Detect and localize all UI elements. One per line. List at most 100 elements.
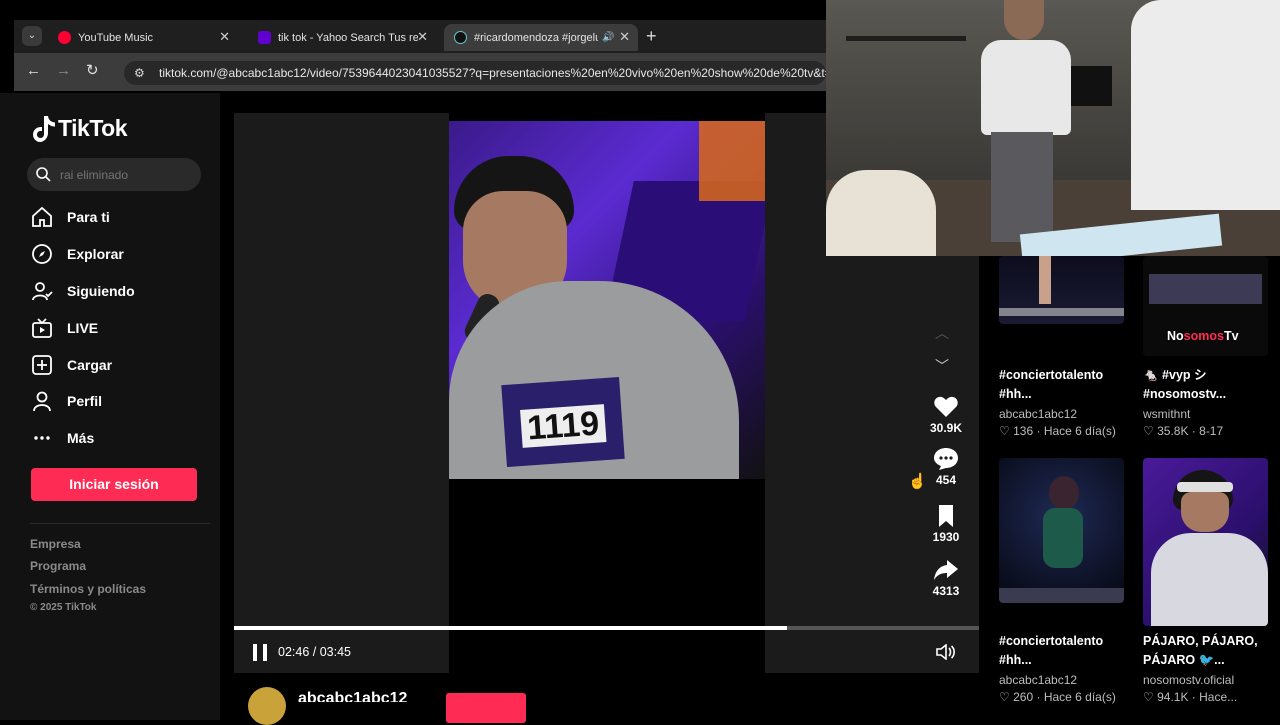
overlay-text-b: somos — [1183, 329, 1224, 343]
author-name[interactable]: abcabc1abc12 — [298, 690, 407, 702]
person-left-head — [1004, 0, 1044, 40]
share-count: 4313 — [932, 584, 960, 598]
footer-link-programa[interactable]: Programa — [30, 559, 86, 573]
tiktok-logo[interactable]: TikTok — [33, 115, 128, 142]
blanket — [826, 170, 936, 256]
suggestion-thumbnail[interactable] — [999, 458, 1124, 603]
heart-icon — [934, 396, 958, 417]
save-count: 1930 — [932, 530, 960, 544]
search-input[interactable] — [60, 165, 195, 184]
badge-number: 1119 — [520, 404, 607, 448]
tab-yahoo-search[interactable]: tik tok - Yahoo Search Tus resul ✕ — [248, 24, 436, 51]
sidebar: TikTok Para ti Explorar Siguiendo LIVE C… — [0, 93, 220, 720]
site-settings-icon[interactable]: ⚙ — [134, 61, 145, 85]
divider — [30, 523, 210, 524]
share-icon — [934, 560, 958, 580]
suggestion-user[interactable]: abcabc1abc12 — [999, 407, 1077, 421]
progress-track[interactable] — [234, 626, 979, 630]
speaker-icon[interactable]: 🔊 — [602, 32, 614, 43]
tiktok-icon — [454, 31, 467, 44]
tab-search-dropdown-button[interactable]: ⌄ — [22, 26, 42, 46]
footer-link-empresa[interactable]: Empresa — [30, 537, 81, 551]
copyright: © 2025 TikTok — [30, 602, 97, 613]
save-button[interactable]: 1930 — [922, 504, 970, 544]
suggestion-title-line: 🐁 #vyp シ — [1143, 368, 1207, 382]
volume-icon — [936, 643, 955, 661]
performer-sunglasses — [1177, 482, 1233, 492]
suggestion-user[interactable]: wsmithnt — [1143, 407, 1190, 421]
logo-text: TikTok — [58, 115, 128, 141]
nav-label: Perfil — [67, 393, 103, 409]
overlay-text-a: No — [1167, 329, 1184, 343]
suggestion-thumbnail[interactable] — [999, 256, 1124, 324]
performer-face — [1181, 492, 1229, 532]
suggestion-thumbnail[interactable] — [1143, 458, 1268, 626]
previous-video-button[interactable]: ︿ — [935, 323, 949, 343]
nav-label: LIVE — [67, 320, 99, 336]
suggestion-title[interactable]: #conciertotalento #hh... — [999, 632, 1103, 670]
performer-figure — [1049, 476, 1079, 510]
close-icon[interactable]: ✕ — [219, 29, 230, 45]
forward-arrow-icon[interactable]: → — [56, 62, 71, 79]
heart-outline-icon: ♡ — [999, 690, 1010, 704]
back-arrow-icon[interactable]: ← — [26, 62, 41, 79]
nav-perfil[interactable]: Perfil — [31, 390, 102, 412]
like-button[interactable]: 30.9K — [922, 395, 970, 435]
person-left-pants — [991, 132, 1053, 242]
nav-cargar[interactable]: Cargar — [31, 354, 112, 376]
suggestion-title[interactable]: 🐁 #vyp シ #nosomostv... — [1143, 366, 1226, 404]
home-icon — [32, 206, 52, 227]
search-box[interactable] — [27, 158, 201, 191]
tab-tiktok[interactable]: #ricardomendoza #jorgelu 🔊 ✕ — [444, 24, 638, 51]
suggestion-title-line: #hh... — [999, 653, 1032, 667]
pause-button[interactable] — [253, 644, 267, 661]
heart-outline-icon: ♡ — [1143, 690, 1154, 704]
performer-legs — [1039, 256, 1051, 304]
bookmark-icon — [939, 505, 953, 527]
author-avatar[interactable] — [248, 687, 286, 725]
browser-tab-bar: ⌄ YouTube Music ✕ tik tok - Yahoo Search… — [14, 20, 826, 53]
suggestion-likes: 35.8K — [1157, 424, 1189, 438]
suggestion-likes: 260 — [1013, 690, 1034, 704]
suggestion-title[interactable]: #conciertotalento #hh... — [999, 366, 1103, 404]
close-icon[interactable]: ✕ — [417, 29, 428, 45]
suggestion-title-line: PÁJARO, PÁJARO, — [1143, 634, 1258, 648]
url-field[interactable]: ⚙ tiktok.com/@abcabc1abc12/video/7539644… — [124, 61, 826, 85]
youtube-music-icon — [58, 31, 71, 44]
suggestion-date: 8-17 — [1199, 424, 1224, 438]
suggestion-user[interactable]: abcabc1abc12 — [999, 673, 1077, 687]
stage-light — [699, 121, 765, 201]
person-left-shirt — [981, 40, 1071, 135]
close-icon[interactable]: ✕ — [619, 29, 630, 45]
suggestion-title-line: #conciertotalento — [999, 634, 1104, 648]
suggestion-meta: ♡ 136 · Hace 6 día(s) — [999, 424, 1116, 438]
tab-youtube-music[interactable]: YouTube Music ✕ — [48, 24, 238, 51]
nav-live[interactable]: LIVE — [31, 317, 98, 339]
stage-floor — [999, 588, 1124, 603]
nav-explorar[interactable]: Explorar — [31, 243, 124, 265]
more-icon — [34, 436, 50, 440]
nav-siguiendo[interactable]: Siguiendo — [31, 280, 135, 302]
footer-link-terminos[interactable]: Términos y políticas — [30, 582, 146, 596]
video-image: 1119 — [449, 121, 765, 479]
contestant-badge: 1119 — [501, 376, 625, 468]
nav-label: Más — [67, 430, 95, 446]
new-tab-button[interactable]: + — [646, 26, 657, 47]
nav-para-ti[interactable]: Para ti — [31, 206, 110, 228]
suggestion-meta: ♡ 35.8K · 8-17 — [1143, 424, 1224, 438]
follow-button[interactable] — [446, 693, 526, 723]
share-button[interactable]: 4313 — [922, 558, 970, 598]
address-bar: ← → ↻ ⚙ tiktok.com/@abcabc1abc12/video/7… — [14, 53, 826, 91]
suggestion-thumbnail[interactable]: NosomosTv — [1143, 256, 1268, 356]
progress-fill — [234, 626, 787, 630]
volume-button[interactable] — [936, 643, 956, 665]
suggestion-user[interactable]: nosomostv.oficial — [1143, 673, 1234, 687]
reload-icon[interactable]: ↻ — [86, 61, 99, 79]
live-tv-icon — [32, 318, 52, 338]
next-video-button[interactable]: ﹀ — [935, 356, 949, 376]
suggestion-title[interactable]: PÁJARO, PÁJARO, PÁJARO 🐦... — [1143, 632, 1258, 670]
nav-mas[interactable]: Más — [31, 427, 94, 449]
heart-outline-icon: ♡ — [1143, 424, 1154, 438]
login-button[interactable]: Iniciar sesión — [31, 468, 197, 501]
comment-button[interactable]: 454 — [922, 447, 970, 487]
